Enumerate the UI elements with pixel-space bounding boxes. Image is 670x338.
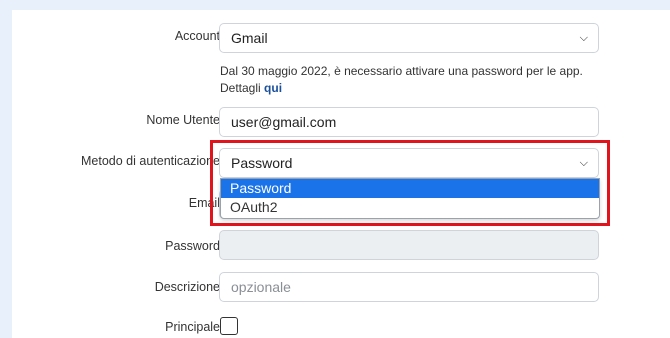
username-value: user@gmail.com (231, 114, 337, 130)
account-select-value: Gmail (231, 30, 268, 46)
primary-label: Principale (165, 320, 220, 334)
account-label: Account (174, 29, 220, 43)
highlight-annotation-box (210, 140, 610, 226)
chevron-down-icon: ⌵ (579, 32, 588, 44)
settings-form-panel: Account Gmail ⌵ Dal 30 maggio 2022, è ne… (12, 10, 670, 338)
password-label: Password (165, 239, 220, 253)
description-label: Descrizione (154, 280, 220, 294)
app-password-help: Dal 30 maggio 2022, è necessario attivar… (220, 63, 610, 97)
account-select[interactable]: Gmail ⌵ (219, 23, 599, 53)
description-placeholder: opzionale (231, 279, 291, 295)
auth-method-label: Metodo di autenticazione (81, 154, 220, 168)
description-input[interactable]: opzionale (219, 272, 599, 302)
username-label: Nome Utente (146, 113, 220, 127)
primary-checkbox[interactable] (220, 317, 238, 335)
password-input[interactable] (219, 230, 599, 260)
username-input[interactable]: user@gmail.com (219, 107, 599, 137)
help-details-link[interactable]: qui (264, 81, 282, 95)
